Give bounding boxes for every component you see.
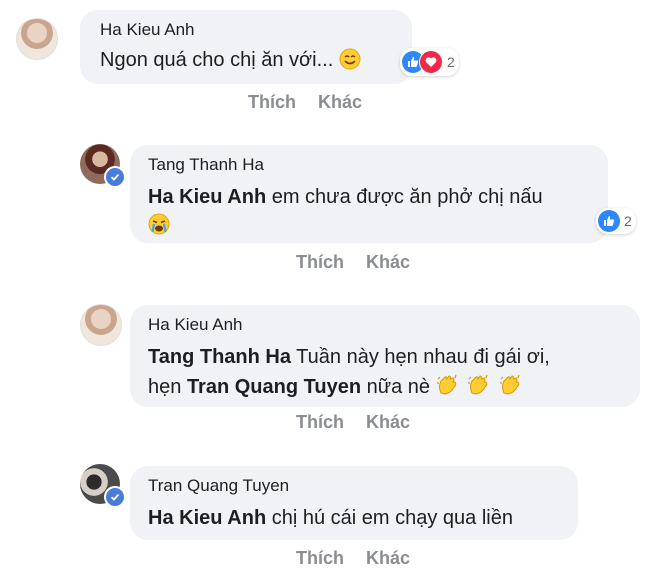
more-link[interactable]: Khác bbox=[366, 412, 410, 433]
reaction-count: 2 bbox=[447, 54, 455, 70]
smiling-emoji-icon bbox=[339, 48, 361, 70]
comment-text: Tuần này hẹn nhau đi gái ơi, bbox=[296, 346, 550, 368]
avatar[interactable] bbox=[80, 304, 122, 346]
comment-author[interactable]: Ha Kieu Anh bbox=[148, 315, 243, 335]
like-link[interactable]: Thích bbox=[296, 412, 344, 433]
clapping-hands-icon bbox=[436, 374, 457, 395]
comment-text: chị hú cái em chạy qua liền bbox=[271, 507, 513, 529]
comment-text-row: Ha Kieu Anh em chưa được ăn phở chị nấu bbox=[148, 183, 543, 211]
comment-bubble: Ha Kieu Anh Ngon quá cho chị ăn với... bbox=[80, 10, 412, 84]
comment-text-prefix: hẹn bbox=[148, 376, 182, 398]
comment-actions: Thích Khác bbox=[248, 92, 362, 113]
more-link[interactable]: Khác bbox=[366, 548, 410, 569]
comment-text-row: Ngon quá cho chị ăn với... bbox=[100, 46, 361, 74]
comment-author[interactable]: Tang Thanh Ha bbox=[148, 155, 264, 175]
like-link[interactable]: Thích bbox=[296, 548, 344, 569]
verified-badge-icon bbox=[104, 486, 126, 508]
comment-text: em chưa được ăn phở chị nấu bbox=[271, 186, 543, 208]
mention-tag[interactable]: Tang Thanh Ha bbox=[148, 346, 291, 368]
like-link[interactable]: Thích bbox=[296, 252, 344, 273]
mention-tag[interactable]: Ha Kieu Anh bbox=[148, 507, 266, 529]
more-link[interactable]: Khác bbox=[318, 92, 362, 113]
comment-3: Ha Kieu Anh Tang Thanh Ha Tuần này hẹn n… bbox=[0, 300, 660, 440]
comment-actions: Thích Khác bbox=[296, 412, 410, 433]
like-link[interactable]: Thích bbox=[248, 92, 296, 113]
comment-bubble: Tran Quang Tuyen Ha Kieu Anh chị hú cái … bbox=[130, 466, 578, 540]
comment-text: Ngon quá cho chị ăn với... bbox=[100, 49, 334, 71]
clapping-hands-icon bbox=[499, 374, 520, 395]
heart-icon bbox=[419, 50, 443, 74]
crying-emoji-icon bbox=[148, 213, 170, 235]
mention-tag[interactable]: Ha Kieu Anh bbox=[148, 186, 266, 208]
avatar[interactable] bbox=[16, 18, 58, 60]
comment-author[interactable]: Tran Quang Tuyen bbox=[148, 476, 289, 496]
comment-2: Tang Thanh Ha Ha Kieu Anh em chưa được ă… bbox=[0, 140, 660, 280]
clapping-hands-icon bbox=[468, 374, 488, 395]
comment-bubble: Tang Thanh Ha Ha Kieu Anh em chưa được ă… bbox=[130, 145, 608, 243]
comment-bubble: Ha Kieu Anh Tang Thanh Ha Tuần này hẹn n… bbox=[130, 305, 640, 407]
comment-text-row: Ha Kieu Anh chị hú cái em chạy qua liền bbox=[148, 504, 513, 532]
reactions-summary[interactable]: 2 bbox=[400, 48, 459, 76]
more-link[interactable]: Khác bbox=[366, 252, 410, 273]
comment-text-row-2: hẹn Tran Quang Tuyen nữa nè bbox=[148, 373, 525, 401]
comment-text-row: Tang Thanh Ha Tuần này hẹn nhau đi gái ơ… bbox=[148, 343, 550, 371]
verified-badge-icon bbox=[104, 166, 126, 188]
comment-text-suffix: nữa nè bbox=[366, 376, 431, 398]
like-icon bbox=[598, 210, 620, 232]
reaction-count: 2 bbox=[624, 213, 632, 229]
comment-author[interactable]: Ha Kieu Anh bbox=[100, 20, 195, 40]
comment-1: Ha Kieu Anh Ngon quá cho chị ăn với... 2… bbox=[0, 0, 660, 120]
comment-4: Tran Quang Tuyen Ha Kieu Anh chị hú cái … bbox=[0, 460, 660, 580]
comment-actions: Thích Khác bbox=[296, 548, 410, 569]
reactions-summary[interactable]: 2 bbox=[596, 208, 636, 234]
comment-actions: Thích Khác bbox=[296, 252, 410, 273]
mention-tag[interactable]: Tran Quang Tuyen bbox=[187, 376, 361, 398]
